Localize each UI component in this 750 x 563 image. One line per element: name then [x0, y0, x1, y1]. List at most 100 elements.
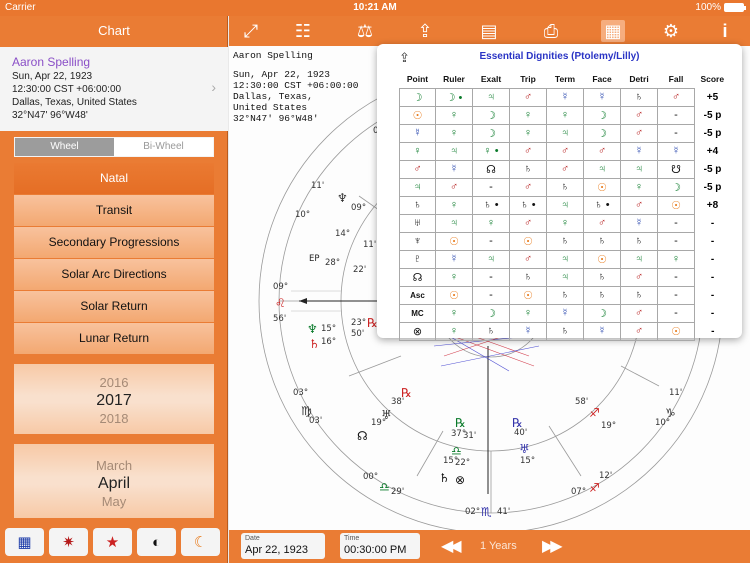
dignity-cell: ♂	[583, 213, 621, 233]
dignity-cell: ♄	[583, 231, 621, 251]
dignity-cell: ♀	[620, 177, 658, 197]
balance-scale-icon[interactable]: ⚖	[353, 20, 377, 42]
dignities-row: ⊗ ♀ ♄ ☿ ♄ ☿ ♂ ☉ -	[399, 321, 731, 341]
wheel-label: 29'	[391, 487, 405, 497]
chart-info: Aaron Spelling Sun, Apr 22, 1923 12:30:0…	[233, 50, 358, 124]
menu-item-solar-return[interactable]: Solar Return	[14, 291, 214, 322]
grid-icon[interactable]: ▦	[5, 528, 44, 556]
top-toolbar: ⤢ ☷ ⚖ ⇪ ▤ ⎙ ▦ ⚙ i	[229, 16, 750, 46]
person-card[interactable]: Aaron Spelling Sun, Apr 22, 1923 12:30:0…	[0, 47, 228, 131]
tab-wheel[interactable]: Wheel	[15, 138, 114, 156]
wheel-label: 02°	[465, 507, 481, 517]
dignity-cell: ♄	[546, 321, 584, 341]
chart-time: 12:30:00 CST +06:00:00	[233, 80, 359, 91]
wheel-label: 40'	[514, 428, 528, 438]
wheel-label: 50'	[351, 329, 365, 339]
dignity-cell: ☿	[546, 87, 584, 107]
dignities-row: ♅ ♃ ♀ ♂ ♀ ♂ ☿ - -	[399, 213, 731, 233]
dignity-cell: ☽	[657, 177, 695, 197]
info-icon[interactable]: i	[713, 20, 737, 42]
month-option[interactable]: March	[14, 457, 214, 474]
menu-item-transit[interactable]: Transit	[14, 195, 214, 226]
dignity-cell: ☿	[620, 141, 658, 161]
dignity-cell: ♄	[546, 285, 584, 305]
month-selected[interactable]: April	[14, 474, 214, 493]
aspect-network-icon[interactable]: ✷	[49, 528, 88, 556]
dignity-point: ☽	[399, 87, 436, 107]
dignity-cell: ☉	[657, 321, 695, 341]
expand-icon[interactable]: ⤢	[239, 20, 263, 42]
dignities-row: ☊ ♀ - ♄ ♃ ♄ ♂ - -	[399, 267, 731, 287]
year-selected[interactable]: 2017	[14, 391, 214, 410]
menu-item-natal[interactable]: Natal	[14, 163, 214, 194]
year-option[interactable]: 2016	[14, 374, 214, 391]
wheel-label: ♏	[481, 505, 492, 519]
menu-item-solar-arc-directions[interactable]: Solar Arc Directions	[14, 259, 214, 290]
wheel-label: 22°	[455, 458, 471, 468]
dignity-point: ♂	[399, 159, 436, 179]
rewind-icon[interactable]: ◀◀	[441, 536, 462, 556]
dignity-cell: ♀	[546, 105, 584, 125]
wheel-label: ♆	[337, 191, 348, 205]
month-picker[interactable]: March April May	[14, 444, 214, 518]
month-option[interactable]: May	[14, 493, 214, 510]
wheel-label: 19°	[601, 421, 617, 431]
gear-icon[interactable]: ⚙	[659, 20, 683, 42]
dignity-cell: ☿	[435, 159, 473, 179]
step-value[interactable]: 1 Years	[480, 540, 517, 552]
wheel-label: 15°	[520, 456, 536, 466]
dignities-row: MC ♀ ☽ ♀ ☿ ☽ ♂ - -	[399, 303, 731, 323]
dignities-row: ♃ ♂ - ♂ ♄ ☉ ♀ ☽ -5 p	[399, 177, 731, 197]
dignity-cell: ♀	[435, 303, 473, 323]
print-icon[interactable]: ⎙	[539, 20, 563, 42]
wheel-label: EP	[309, 254, 320, 264]
dignity-cell: ☉	[583, 249, 621, 269]
dignity-cell: ♃	[583, 159, 621, 179]
dignity-cell: ♀	[435, 321, 473, 341]
dignity-point: Asc	[399, 285, 436, 305]
dignity-point: MC	[399, 303, 436, 323]
dignities-table: Point Ruler Exalt Trip Term Face Detri F…	[399, 70, 731, 341]
eclipse-icon[interactable]: ◐	[137, 528, 176, 556]
wheel-label: 19°	[371, 418, 387, 428]
wheel-label: 23°	[351, 318, 367, 328]
year-picker[interactable]: 2016 2017 2018	[14, 364, 214, 434]
date-field[interactable]: Date Apr 22, 1923	[241, 533, 325, 559]
year-option[interactable]: 2018	[14, 410, 214, 427]
menu-item-secondary-progressions[interactable]: Secondary Progressions	[14, 227, 214, 258]
dignity-cell: ☿	[435, 249, 473, 269]
dignity-point: ⊗	[399, 321, 436, 341]
share-icon[interactable]: ⇪	[413, 20, 437, 42]
dignity-cell: ♂	[509, 177, 547, 197]
column-header: Face	[592, 73, 612, 84]
dignity-cell: ♀	[435, 195, 473, 215]
dignity-cell: ♂	[620, 267, 658, 287]
dignity-cell: ♄ •	[509, 195, 547, 215]
profile-card-icon[interactable]: ☷	[291, 20, 315, 42]
menu-item-lunar-return[interactable]: Lunar Return	[14, 323, 214, 354]
dignity-cell: -	[657, 213, 695, 233]
wheel-label: 10°	[295, 210, 311, 220]
stars-icon[interactable]: ★	[93, 528, 132, 556]
dignity-cell: ♂	[509, 213, 547, 233]
wheel-label: 11'	[363, 240, 377, 250]
tab-bi-wheel[interactable]: Bi-Wheel	[114, 138, 213, 156]
dignity-cell: ☿	[583, 87, 621, 107]
dignity-cell: -	[657, 267, 695, 287]
wheel-label: ℞	[455, 416, 466, 430]
document-icon[interactable]: ▤	[477, 20, 501, 42]
time-field[interactable]: Time 00:30:00 PM	[340, 533, 420, 559]
dignity-cell: ♄	[620, 87, 658, 107]
fast-forward-icon[interactable]: ▶▶	[542, 536, 563, 556]
dignity-point: ☊	[399, 267, 436, 287]
chevron-right-icon: ›	[211, 79, 216, 95]
dignity-cell: ♀	[509, 123, 547, 143]
table-icon[interactable]: ▦	[601, 20, 625, 42]
chart-country: United States	[233, 102, 308, 113]
dignity-cell: ♃	[546, 249, 584, 269]
dignity-cell: ♀	[509, 303, 547, 323]
moon-icon[interactable]: ☾	[181, 528, 220, 556]
dignity-cell: ♀	[509, 105, 547, 125]
dignity-cell: ☽ •	[435, 87, 473, 107]
dignities-row: Asc ☉ - ☉ ♄ ♄ ♄ - -	[399, 285, 731, 305]
